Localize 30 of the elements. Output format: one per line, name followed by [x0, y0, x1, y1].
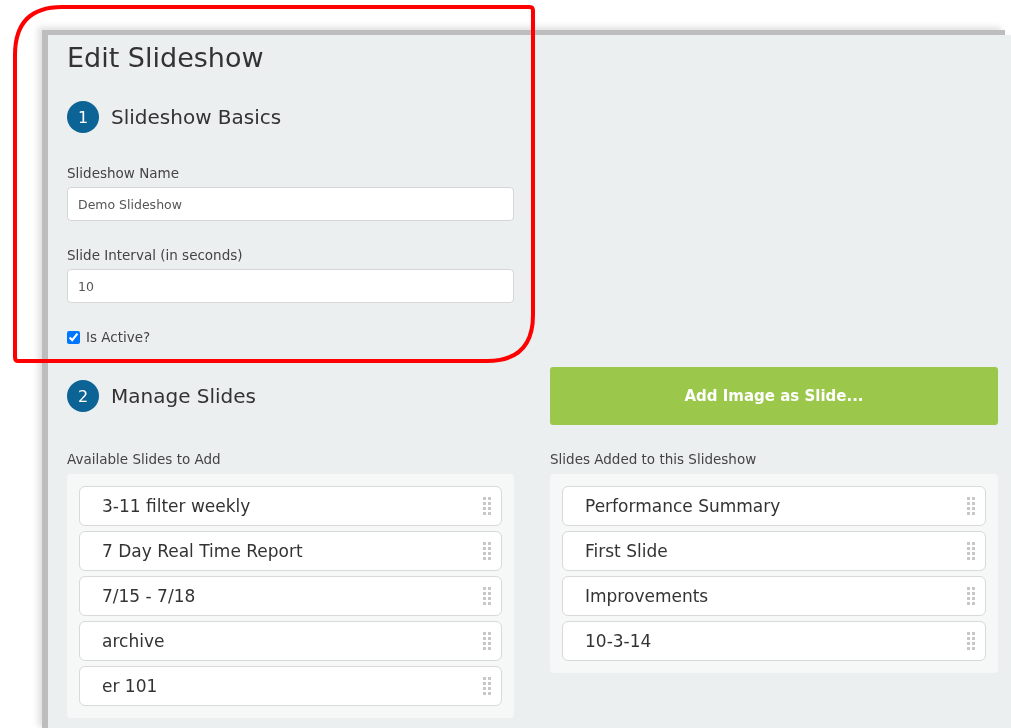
- list-label: Available Slides to Add: [67, 451, 222, 467]
- slide-name: Performance Summary: [585, 496, 781, 516]
- slide-name: archive: [102, 631, 165, 651]
- section-heading: Slideshow Basics: [111, 105, 282, 129]
- slide-name: 7 Day Real Time Report: [102, 541, 303, 561]
- slide-name: er 101: [102, 676, 158, 696]
- slide-item[interactable]: Performance Summary: [562, 486, 986, 526]
- field-label: Slide Interval (in seconds): [67, 247, 244, 263]
- text-field[interactable]: Demo Slideshow: [67, 187, 514, 221]
- slide-item[interactable]: 10-3-14: [562, 621, 986, 661]
- slide-item[interactable]: er 101: [79, 666, 502, 706]
- slide-item[interactable]: 7 Day Real Time Report: [79, 531, 502, 571]
- slide-name: 3-11 filter weekly: [102, 496, 251, 516]
- slide-name: Improvements: [585, 586, 709, 606]
- page-title: Edit Slideshow: [67, 41, 265, 75]
- text-field[interactable]: 10: [67, 269, 514, 303]
- slide-item[interactable]: archive: [79, 621, 502, 661]
- section-heading: Manage Slides: [111, 384, 257, 408]
- slide-item[interactable]: 3-11 filter weekly: [79, 486, 502, 526]
- step-badge: 2: [67, 380, 99, 412]
- field-label: Slideshow Name: [67, 165, 180, 181]
- slide-item[interactable]: 7/15 - 7/18: [79, 576, 502, 616]
- slide-name: 7/15 - 7/18: [102, 586, 196, 606]
- slide-name: First Slide: [585, 541, 668, 561]
- slide-name: 10-3-14: [585, 631, 652, 651]
- slide-item[interactable]: First Slide: [562, 531, 986, 571]
- list-label: Slides Added to this Slideshow: [550, 451, 758, 467]
- slide-item[interactable]: Improvements: [562, 576, 986, 616]
- checkbox-label: Is Active?: [86, 329, 151, 345]
- step-badge: 1: [67, 101, 99, 133]
